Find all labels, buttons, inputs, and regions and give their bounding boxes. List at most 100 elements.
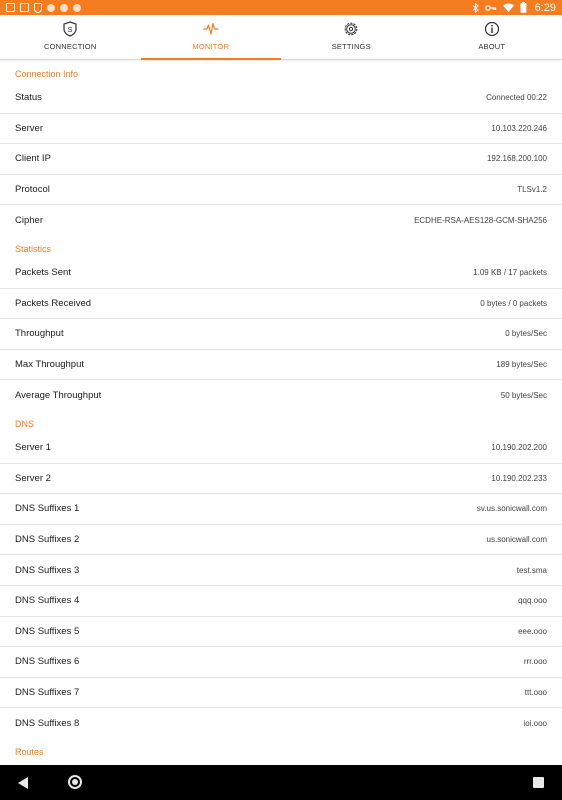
tab-label: MONITOR [192,42,230,51]
row-value: ioi.ooo [523,719,547,729]
row-value: 0 bytes/Sec [505,329,547,339]
row-label: Protocol [15,184,50,196]
list-item: DNS Suffixes 6 rrr.ooo [0,647,562,678]
connection-info-list: Status Connected 00:22 Server 10.103.220.2… [0,83,562,236]
row-label: DNS Suffixes 5 [15,625,80,637]
dns-list: Server 1 10.190.202.200 Server 2 10.190.20… [0,433,562,739]
row-value: ECDHE-RSA-AES128-GCM-SHA256 [414,216,547,226]
key-icon [484,4,496,11]
svg-text:S: S [68,25,73,34]
row-label: Throughput [15,328,64,340]
row-label: Packets Sent [15,267,71,279]
row-label: DNS Suffixes 3 [15,564,80,576]
chart-icon [20,3,29,12]
info-icon [484,21,499,37]
list-item: Server 1 10.190.202.200 [0,433,562,464]
list-item: Server 2 10.190.202.233 [0,464,562,495]
row-value: rrr.ooo [523,657,547,667]
list-item: DNS Suffixes 5 eee.ooo [0,617,562,648]
row-value: qqq.ooo [518,596,547,606]
row-label: Server [15,122,43,134]
row-value: 50 bytes/Sec [500,391,547,401]
tab-bar: S CONNECTION MONITOR SETTINGS ABOUT [0,15,562,60]
list-item: Protocol TLSv1.2 [0,175,562,206]
dot-icon [73,3,81,12]
row-label: DNS Suffixes 6 [15,656,80,668]
row-value: sv.us.sonicwall.com [476,504,547,514]
row-value: TLSv1.2 [517,185,547,195]
list-item: DNS Suffixes 4 qqq.ooo [0,586,562,617]
navigation-bar [0,765,562,800]
row-label: Status [15,92,42,104]
recent-apps-icon[interactable] [533,777,544,788]
list-item: Server 10.103.220.246 [0,114,562,145]
shield-s-icon: S [63,21,77,37]
bluetooth-icon [472,2,479,13]
list-item: Throughput 0 bytes/Sec [0,319,562,350]
monitor-content[interactable]: Connection Info Status Connected 00:22 Se… [0,61,562,765]
row-label: DNS Suffixes 4 [15,595,80,607]
list-item: Client IP 192.168.200.100 [0,144,562,175]
row-value: Connected 00:22 [486,93,547,103]
row-label: DNS Suffixes 2 [15,534,80,546]
tab-label: SETTINGS [331,42,371,51]
list-item: DNS Suffixes 7 ttt.ooo [0,678,562,709]
tab-label: ABOUT [478,42,506,51]
dot-icon [60,3,68,12]
notification-icons [6,2,81,13]
list-item: Packets Received 0 bytes / 0 packets [0,289,562,320]
row-value: test.sma [516,565,547,575]
status-bar: 6:29 [0,0,562,15]
system-icons: 6:29 [472,2,556,14]
dot-icon [47,3,55,12]
tab-about[interactable]: ABOUT [422,15,562,59]
list-item: Max Throughput 189 bytes/Sec [0,350,562,381]
list-item: Average Throughput 50 bytes/Sec [0,380,562,411]
row-label: Server 2 [15,472,51,484]
wifi-icon [502,3,514,12]
row-label: Packets Received [15,297,92,309]
battery-icon [520,2,527,13]
list-item: Status Connected 00:22 [0,83,562,114]
row-value: 192.168.200.100 [486,154,547,164]
back-icon[interactable] [18,776,28,789]
list-item: Packets Sent 1.09 KB / 17 packets [0,258,562,289]
row-label: Client IP [15,153,51,165]
row-label: Max Throughput [15,359,85,371]
tab-settings[interactable]: SETTINGS [281,15,422,59]
row-value: us.sonicwall.com [486,535,547,545]
row-value: 189 bytes/Sec [496,360,547,370]
list-item: DNS Suffixes 1 sv.us.sonicwall.com [0,494,562,525]
clock: 6:29 [534,1,556,14]
row-label: Average Throughput [15,390,102,402]
row-value: eee.ooo [518,626,547,636]
tab-connection[interactable]: S CONNECTION [0,15,141,59]
tab-monitor[interactable]: MONITOR [140,15,282,60]
section-title-connection-info: Connection Info [15,69,79,79]
statistics-list: Packets Sent 1.09 KB / 17 packets Packets… [0,258,562,411]
row-label: DNS Suffixes 1 [15,503,80,515]
list-item: DNS Suffixes 2 us.sonicwall.com [0,525,562,556]
row-label: DNS Suffixes 7 [15,686,80,698]
row-value: 1.09 KB / 17 packets [473,268,547,278]
list-item: DNS Suffixes 8 ioi.ooo [0,708,562,739]
row-value: 0 bytes / 0 packets [480,298,547,308]
pulse-icon [203,22,219,35]
gear-icon [344,22,358,36]
shield-icon [34,2,42,13]
list-item: DNS Suffixes 3 test.sma [0,555,562,586]
row-value: 10.103.220.246 [491,123,547,133]
row-label: Server 1 [15,442,51,454]
image-icon [6,3,15,12]
home-icon[interactable] [68,775,82,789]
row-label: Cipher [15,215,43,227]
list-item: Cipher ECDHE-RSA-AES128-GCM-SHA256 [0,205,562,236]
row-label: DNS Suffixes 8 [15,718,80,730]
row-value: 10.190.202.233 [491,473,547,483]
section-title-dns: DNS [15,418,35,429]
row-value: ttt.ooo [524,687,547,697]
section-title-statistics: Statistics [15,243,52,254]
section-title-routes: Routes [15,746,44,757]
row-value: 10.190.202.200 [491,443,547,453]
tab-label: CONNECTION [44,42,97,51]
